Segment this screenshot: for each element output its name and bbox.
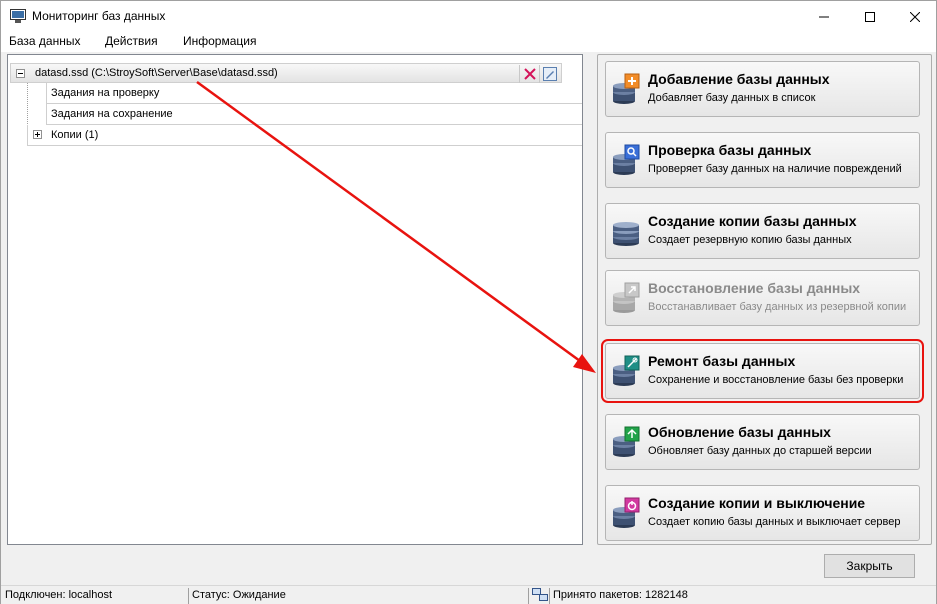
- action-description: Создает копию базы данных и выключает се…: [648, 516, 901, 528]
- restore-database-button[interactable]: Восстановление базы данных Восстанавлива…: [605, 270, 920, 326]
- copy-shutdown-icon: [613, 497, 640, 528]
- edit-icon: [542, 67, 557, 81]
- action-title: Создание копии и выключение: [648, 495, 866, 511]
- action-title: Создание копии базы данных: [648, 213, 857, 229]
- tree-item-label: Задания на проверку: [51, 87, 160, 99]
- action-description: Обновляет базу данных до старшей версии: [648, 445, 872, 457]
- status-connection: Подключен: localhost: [5, 589, 113, 601]
- close-icon: [910, 11, 920, 22]
- minimize-icon: [819, 16, 829, 17]
- restore-database-icon: [613, 282, 640, 313]
- copy-and-shutdown-button[interactable]: Создание копии и выключение Создает копи…: [605, 485, 920, 541]
- tree-item-check-jobs[interactable]: Задания на проверку: [46, 83, 582, 104]
- action-title: Проверка базы данных: [648, 142, 812, 158]
- check-database-button[interactable]: Проверка базы данных Проверяет базу данн…: [605, 132, 920, 188]
- collapse-icon[interactable]: [16, 69, 25, 78]
- edit-button[interactable]: [539, 65, 559, 83]
- action-description: Восстанавливает базу данных из резервной…: [648, 301, 907, 313]
- maximize-icon: [865, 11, 875, 22]
- menu-database[interactable]: База данных: [9, 34, 80, 48]
- root-actions: [519, 65, 559, 83]
- action-description: Создает резервную копию базы данных: [648, 234, 852, 246]
- repair-database-button[interactable]: Ремонт базы данных Сохранение и восстано…: [601, 339, 924, 403]
- tree-item-label: Задания на сохранение: [51, 108, 173, 120]
- check-database-icon: [613, 144, 640, 175]
- app-window: Мониторинг баз данных База данных Действ…: [0, 0, 937, 604]
- maximize-button[interactable]: [847, 1, 893, 32]
- action-description: Добавляет базу данных в список: [648, 92, 816, 104]
- menu-bar: База данных Действия Информация: [1, 32, 936, 52]
- action-title: Обновление базы данных: [648, 424, 831, 440]
- update-database-icon: [613, 426, 640, 457]
- tree-item-copies[interactable]: Копии (1): [27, 125, 582, 146]
- title-bar: Мониторинг баз данных: [1, 1, 936, 32]
- menu-info[interactable]: Информация: [183, 34, 256, 48]
- action-title: Ремонт базы данных: [648, 353, 796, 369]
- status-bar: Подключен: localhost Статус: Ожидание Пр…: [1, 585, 936, 604]
- remove-icon: [523, 68, 536, 80]
- close-button[interactable]: Закрыть: [824, 554, 915, 578]
- update-database-button[interactable]: Обновление базы данных Обновляет базу да…: [605, 414, 920, 470]
- window-title: Мониторинг баз данных: [32, 9, 166, 23]
- tree-root-label: datasd.ssd (C:\StroySoft\Server\Base\dat…: [35, 67, 278, 79]
- repair-database-icon: [613, 355, 640, 386]
- tree-root-row[interactable]: datasd.ssd (C:\StroySoft\Server\Base\dat…: [10, 63, 562, 83]
- action-title: Восстановление базы данных: [648, 280, 861, 296]
- status-state: Статус: Ожидание: [188, 588, 286, 604]
- copy-database-icon: [613, 222, 639, 246]
- tree-item-label: Копии (1): [51, 129, 99, 141]
- database-tree: datasd.ssd (C:\StroySoft\Server\Base\dat…: [7, 54, 583, 545]
- actions-panel: Добавление базы данных Добавляет базу да…: [597, 54, 932, 545]
- network-icon: [528, 588, 550, 604]
- remove-button[interactable]: [519, 65, 539, 83]
- database-monitor-icon: [10, 9, 26, 23]
- action-description: Проверяет базу данных на наличие поврежд…: [648, 163, 902, 175]
- status-packets: Принято пакетов: 1282148: [549, 588, 688, 604]
- action-description: Сохранение и восстановление базы без про…: [648, 374, 904, 386]
- action-title: Добавление базы данных: [648, 71, 830, 87]
- menu-actions[interactable]: Действия: [105, 34, 158, 48]
- tree-item-save-jobs[interactable]: Задания на сохранение: [46, 104, 582, 125]
- add-database-icon: [613, 73, 640, 104]
- create-copy-button[interactable]: Создание копии базы данных Создает резер…: [605, 203, 920, 259]
- close-window-button[interactable]: [892, 1, 937, 32]
- add-database-button[interactable]: Добавление базы данных Добавляет базу да…: [605, 61, 920, 117]
- expand-icon[interactable]: [33, 130, 42, 139]
- minimize-button[interactable]: [801, 1, 847, 32]
